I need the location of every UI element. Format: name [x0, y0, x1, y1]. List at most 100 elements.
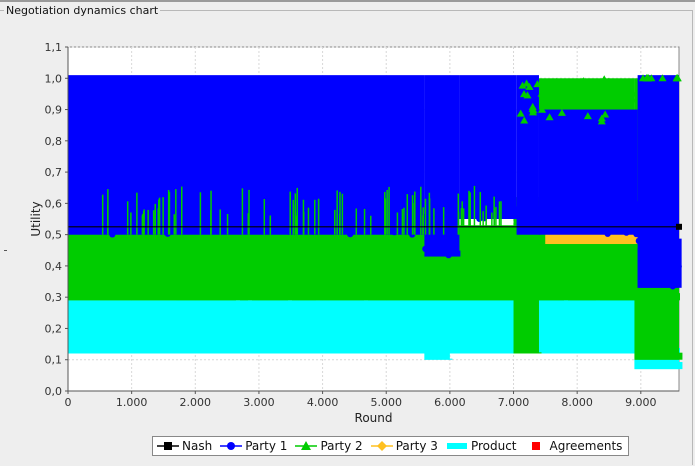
series-edge: [420, 330, 425, 338]
series-edge: [396, 335, 401, 338]
series-edge: [569, 235, 574, 245]
series-edge: [356, 291, 360, 301]
square-marker-icon: [531, 442, 540, 450]
party-1-point: [601, 222, 609, 229]
x-tick-label: 6.000: [434, 396, 466, 409]
series-edge: [76, 348, 80, 354]
party-1-point: [426, 250, 433, 257]
series-edge: [188, 294, 192, 301]
series-edge: [280, 289, 284, 301]
series-edge: [364, 335, 369, 338]
series-edge: [584, 294, 588, 301]
series-edge: [448, 290, 452, 301]
series-edge: [538, 308, 543, 313]
series-edge: [546, 303, 551, 313]
party-1-point: [632, 215, 639, 222]
series-edge: [384, 297, 388, 301]
legend-item-party-1: Party 1: [220, 439, 287, 453]
series-edge: [224, 331, 229, 338]
series-edge: [372, 338, 376, 354]
series-edge: [557, 240, 562, 245]
series-edge: [609, 241, 614, 245]
series-edge: [488, 297, 492, 301]
party-1-point: [476, 215, 483, 222]
series-edge: [662, 353, 667, 360]
series-edge: [376, 216, 380, 235]
series-edge: [646, 352, 651, 360]
series-edge: [500, 294, 504, 301]
series-edge: [184, 223, 188, 235]
series-edge: [348, 292, 352, 301]
series-edge: [100, 299, 104, 301]
party-1-point: [644, 254, 652, 262]
legend-item-nash: Nash: [157, 439, 212, 453]
series-edge: [304, 290, 308, 301]
series-edge: [586, 311, 591, 313]
series-edge: [416, 326, 421, 338]
series-edge: [521, 345, 526, 354]
series-edge: [565, 235, 570, 245]
series-edge: [204, 344, 208, 354]
series-edge: [112, 340, 116, 354]
series-edge: [554, 309, 559, 313]
series-edge: [556, 295, 560, 301]
series-edge: [376, 296, 380, 301]
series-edge: [517, 349, 522, 354]
series-edge: [88, 344, 92, 354]
series-edge: [525, 352, 530, 354]
series-edge: [505, 341, 510, 345]
series-edge: [356, 329, 361, 338]
party-1-point: [550, 209, 558, 216]
series-edge: [376, 339, 380, 354]
series-edge: [404, 347, 408, 354]
legend-label: Party 2: [320, 439, 363, 453]
series-edge: [236, 349, 240, 354]
series-edge: [164, 348, 168, 354]
series-edge: [84, 293, 88, 301]
party-1-point: [114, 224, 122, 232]
series-edge: [364, 339, 368, 354]
negotiation-chart: 0,0 0,1 0,2 0,3 0,4 0,5 0,6 0,7 0,8 0,9 1,0 1,1 0 1.0…: [29, 41, 683, 425]
series-edge: [216, 297, 220, 301]
series-edge: [468, 295, 472, 301]
series-edge: [480, 347, 484, 354]
series-edge: [509, 339, 514, 345]
series-edge: [549, 235, 554, 245]
circle-marker-icon: [220, 442, 243, 450]
series-edge: [128, 289, 132, 301]
series-edge: [593, 236, 598, 245]
series-edge: [312, 328, 317, 338]
series-edge: [412, 299, 416, 301]
series-edge: [469, 339, 474, 345]
legend-item-party-3: Party 3: [370, 439, 438, 453]
series-edge: [641, 243, 646, 288]
series-edge: [176, 347, 180, 354]
series-edge: [544, 294, 548, 301]
series-edge: [642, 365, 647, 370]
series-edge: [244, 326, 249, 338]
series-edge: [232, 345, 236, 354]
series-edge: [638, 360, 643, 370]
x-tick-label: 8.000: [561, 396, 593, 409]
series-edge: [608, 348, 612, 354]
series-edge: [618, 308, 623, 313]
series-edge: [184, 299, 188, 301]
series-edge: [562, 200, 567, 235]
legend-label: Party 3: [395, 439, 438, 453]
series-edge: [481, 334, 486, 345]
series-edge: [666, 364, 671, 370]
series-edge: [156, 338, 160, 354]
series-edge: [420, 298, 424, 301]
series-edge: [634, 359, 639, 370]
series-edge: [196, 331, 201, 338]
party-1-point: [656, 242, 664, 249]
series-edge: [566, 300, 571, 313]
y-tick-label: 0,0: [45, 385, 63, 398]
series-edge: [492, 292, 496, 301]
party-1-point: [675, 263, 682, 270]
series-edge: [144, 295, 148, 301]
x-axis-label: Round: [355, 411, 393, 425]
party-1-point: [558, 209, 565, 216]
x-tick-label: 5.000: [370, 396, 402, 409]
series-edge: [488, 348, 492, 354]
